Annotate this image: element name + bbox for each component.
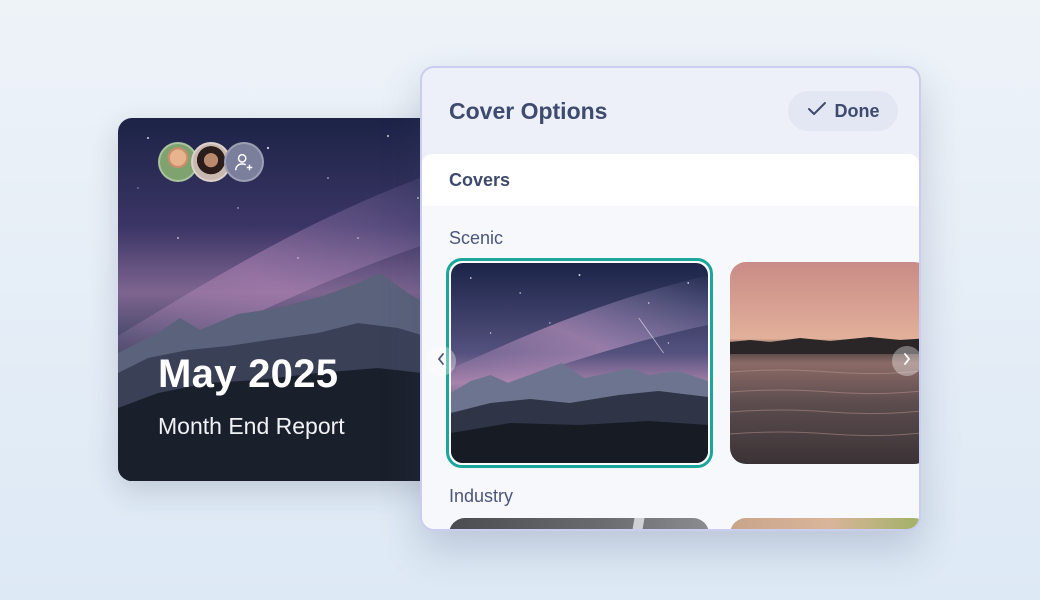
report-title: May 2025 [158,352,339,396]
carousel-next-button[interactable] [892,346,919,376]
report-subtitle: Month End Report [158,413,345,439]
cover-thumbnail[interactable] [449,518,709,529]
chevron-right-icon [902,352,912,371]
panel-header: Cover Options Done [422,68,919,154]
carousel-prev-button[interactable] [426,346,456,376]
cover-thumbnail-selected[interactable] [446,258,713,468]
check-icon [807,101,827,122]
night-mountains-image [451,263,708,463]
tab-covers-label: Covers [449,170,511,190]
industry-image-detail [627,518,645,529]
section-label-industry: Industry [449,486,514,506]
cover-thumbnail[interactable] [730,518,919,529]
covers-content: Scenic Industry [422,206,919,529]
chevron-left-icon [436,352,446,371]
report-cover-card[interactable]: May 2025 Month End Report [118,118,448,481]
done-label: Done [834,100,880,121]
cover-options-panel: Cover Options Done Covers Scenic Industr… [420,66,921,531]
done-button[interactable]: Done [788,91,898,131]
add-person-icon[interactable] [224,142,264,182]
section-label-scenic: Scenic [449,228,504,248]
tab-covers[interactable]: Covers [422,154,919,206]
panel-title: Cover Options [449,98,608,124]
